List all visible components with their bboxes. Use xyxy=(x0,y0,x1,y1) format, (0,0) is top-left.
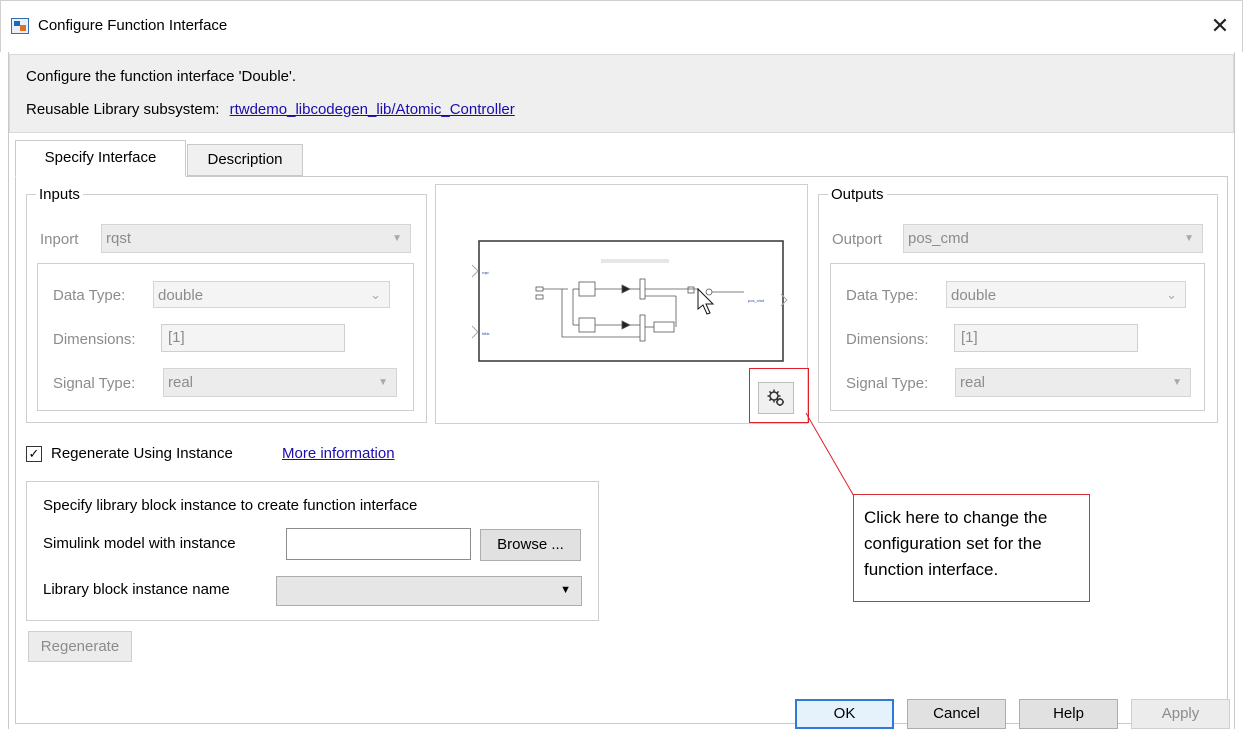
output-data-type-dropdown[interactable]: double ⌄ xyxy=(946,281,1186,308)
outport-dropdown[interactable]: pos_cmd ▼ xyxy=(903,224,1203,253)
callout-leader-line xyxy=(805,412,856,499)
input-signal-type-value: real xyxy=(168,374,194,391)
input-data-type-value: double xyxy=(158,287,204,304)
block-instance-label: Library block instance name xyxy=(43,581,230,598)
configuration-set-button[interactable] xyxy=(758,382,794,414)
outputs-group-label: Outputs xyxy=(828,186,887,203)
tab-specify-interface[interactable]: Specify Interface xyxy=(15,140,186,177)
info-panel xyxy=(9,54,1234,133)
gear-icon xyxy=(767,389,784,406)
inport-label: Inport xyxy=(40,231,79,248)
input-dimensions-label: Dimensions: xyxy=(53,331,136,348)
preview-inport-fdbk: fdbk xyxy=(482,331,490,336)
input-dimensions-field[interactable]: [1] xyxy=(161,324,345,352)
window-frame-right xyxy=(1234,52,1235,729)
inport-dropdown[interactable]: rqst ▼ xyxy=(101,224,411,253)
gear-callout-note: Click here to change the configuration s… xyxy=(853,494,1090,602)
output-data-type-value: double xyxy=(951,287,997,304)
chevron-down-icon: ▼ xyxy=(378,377,388,388)
interface-description: Configure the function interface 'Double… xyxy=(26,68,297,85)
output-dimensions-field[interactable]: [1] xyxy=(954,324,1138,352)
inport-value: rqst xyxy=(106,230,132,247)
chevron-down-icon: ▼ xyxy=(1184,233,1194,244)
subsystem-label: Reusable Library subsystem: xyxy=(26,101,220,118)
output-dimensions-label: Dimensions: xyxy=(846,331,929,348)
model-instance-label: Simulink model with instance xyxy=(43,535,236,552)
window-title: Configure Function Interface xyxy=(38,17,228,34)
input-data-type-dropdown[interactable]: double ⌄ xyxy=(153,281,390,308)
model-instance-input[interactable] xyxy=(286,528,471,560)
regenerate-checkbox[interactable]: ✓ xyxy=(26,446,42,462)
subsystem-line: Reusable Library subsystem: rtwdemo_libc… xyxy=(26,101,515,118)
window-frame-left xyxy=(8,52,9,729)
preview-outport-pos-cmd: pos_cmd xyxy=(748,298,764,303)
cancel-button[interactable]: Cancel xyxy=(907,699,1006,729)
checkmark-icon: ✓ xyxy=(28,446,40,461)
help-button[interactable]: Help xyxy=(1019,699,1118,729)
regenerate-button[interactable]: Regenerate xyxy=(28,631,132,662)
subsystem-link[interactable]: rtwdemo_libcodegen_lib/Atomic_Controller xyxy=(230,101,515,118)
close-icon[interactable]: ✕ xyxy=(1205,10,1235,42)
regenerate-checkbox-label: Regenerate Using Instance xyxy=(51,445,233,462)
preview-inport-rqst: rqst xyxy=(482,270,490,275)
apply-button[interactable]: Apply xyxy=(1131,699,1230,729)
ok-button[interactable]: OK xyxy=(795,699,894,729)
chevron-down-icon: ⌄ xyxy=(370,287,381,302)
output-signal-type-dropdown[interactable]: real ▼ xyxy=(955,368,1191,397)
input-data-type-label: Data Type: xyxy=(53,287,126,304)
outport-label: Outport xyxy=(832,231,883,248)
outport-value: pos_cmd xyxy=(908,230,969,247)
block-instance-dropdown[interactable]: ▼ xyxy=(276,576,582,606)
instance-heading: Specify library block instance to create… xyxy=(43,497,418,514)
input-signal-type-dropdown[interactable]: real ▼ xyxy=(163,368,397,397)
caret-down-icon: ▼ xyxy=(560,584,571,596)
output-data-type-label: Data Type: xyxy=(846,287,919,304)
output-signal-type-label: Signal Type: xyxy=(846,375,929,392)
chevron-down-icon: ⌄ xyxy=(1166,287,1177,302)
input-signal-type-label: Signal Type: xyxy=(53,375,136,392)
browse-button[interactable]: Browse ... xyxy=(480,529,581,561)
chevron-down-icon: ▼ xyxy=(1172,377,1182,388)
tab-description[interactable]: Description xyxy=(187,144,303,176)
inputs-group-label: Inputs xyxy=(36,186,83,203)
simulink-app-icon xyxy=(11,18,29,34)
chevron-down-icon: ▼ xyxy=(392,233,402,244)
output-signal-type-value: real xyxy=(960,374,986,391)
more-information-link[interactable]: More information xyxy=(282,445,395,462)
